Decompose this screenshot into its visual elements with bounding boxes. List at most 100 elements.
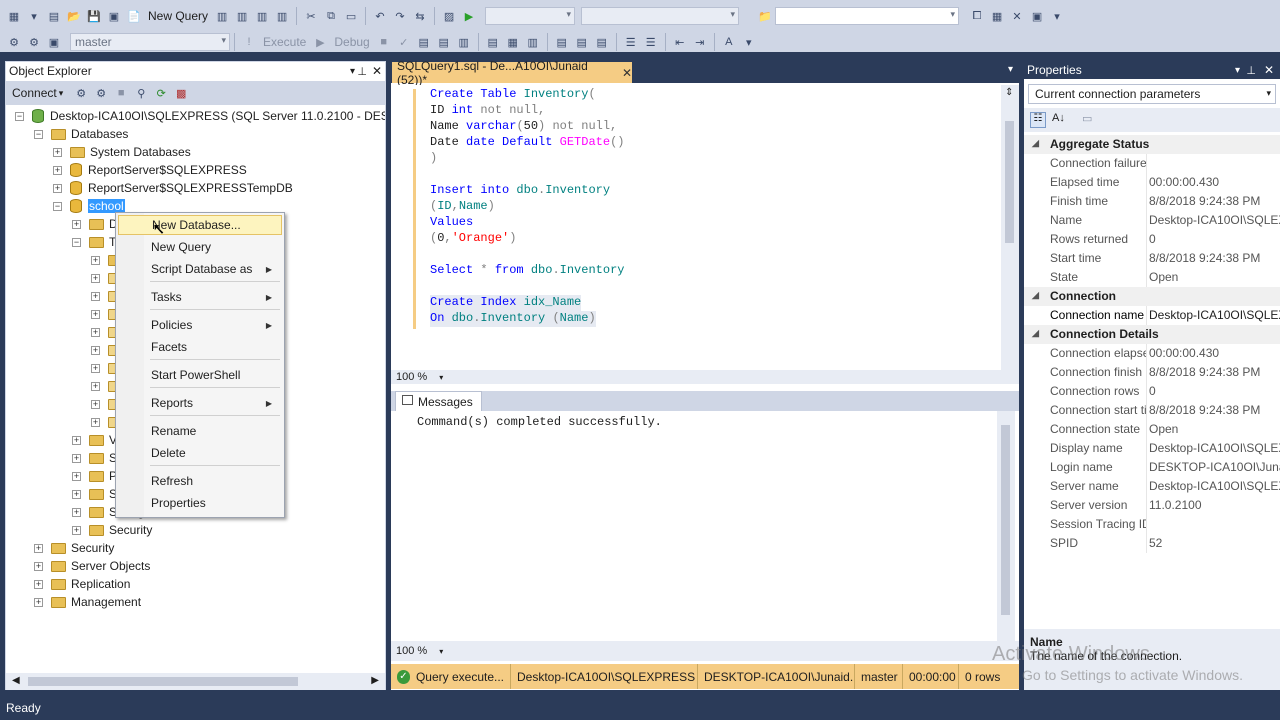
- activity-monitor-icon[interactable]: ▨: [441, 8, 457, 24]
- expand-icon[interactable]: +: [91, 399, 100, 409]
- property-row[interactable]: Connection state Open: [1024, 420, 1280, 439]
- expand-icon[interactable]: +: [34, 561, 43, 571]
- property-row[interactable]: Start time 8/8/2018 9:24:38 PM: [1024, 249, 1280, 268]
- connect-server-icon[interactable]: ⚙: [73, 85, 89, 101]
- menu-item[interactable]: Tasks ▶: [118, 287, 282, 307]
- property-row[interactable]: Rows returned 0: [1024, 230, 1280, 249]
- tree-node[interactable]: + Replication: [34, 575, 130, 593]
- expand-icon[interactable]: +: [72, 219, 81, 229]
- increase-indent-icon[interactable]: ⇥: [692, 34, 708, 50]
- solution-explorer-icon[interactable]: ⧠: [969, 8, 985, 24]
- collapse-icon[interactable]: −: [72, 237, 81, 247]
- collapse-icon[interactable]: ◢: [1032, 138, 1039, 149]
- platform-combo[interactable]: ▾: [581, 7, 740, 25]
- window-icon[interactable]: ▣: [1029, 8, 1045, 24]
- expand-icon[interactable]: +: [91, 345, 100, 355]
- new-query-button[interactable]: New Query: [148, 9, 208, 23]
- property-row[interactable]: Session Tracing ID: [1024, 515, 1280, 534]
- expand-icon[interactable]: +: [72, 453, 81, 463]
- tree-node[interactable]: + Server Objects: [34, 557, 150, 575]
- window-position-icon[interactable]: ▾: [1235, 65, 1240, 76]
- connect-dropdown[interactable]: Connect: [12, 86, 57, 100]
- scroll-thumb[interactable]: [1001, 425, 1010, 615]
- categorized-icon[interactable]: ☷: [1030, 112, 1046, 128]
- save-icon[interactable]: 💾: [86, 8, 102, 24]
- results-grid-icon[interactable]: ▦: [505, 34, 521, 50]
- toolbox-icon[interactable]: ✕: [1009, 8, 1025, 24]
- property-row[interactable]: State Open: [1024, 268, 1280, 287]
- property-row[interactable]: Server version 11.0.2100: [1024, 496, 1280, 515]
- menu-item[interactable]: Refresh: [118, 471, 282, 491]
- expand-icon[interactable]: +: [72, 507, 81, 517]
- editor-vertical-scrollbar[interactable]: ⇕: [1001, 85, 1019, 370]
- scroll-right-icon[interactable]: ▶: [371, 675, 379, 686]
- scroll-thumb[interactable]: [1005, 121, 1014, 243]
- find-in-files-icon[interactable]: 📁: [757, 8, 773, 24]
- property-row[interactable]: Connection rows 0: [1024, 382, 1280, 401]
- collapse-icon[interactable]: −: [53, 201, 62, 211]
- expand-icon[interactable]: +: [91, 309, 100, 319]
- property-row[interactable]: Connection start time8/8/2018 9:24:38 PM: [1024, 401, 1280, 420]
- property-row[interactable]: Finish time 8/8/2018 9:24:38 PM: [1024, 192, 1280, 211]
- messages-pane[interactable]: Command(s) completed successfully.: [391, 411, 1019, 641]
- new-query-icon[interactable]: 📄: [126, 8, 142, 24]
- split-icon[interactable]: ⇕: [1005, 87, 1013, 98]
- execute-icon[interactable]: !: [241, 34, 257, 50]
- redo-icon[interactable]: ↷: [392, 8, 408, 24]
- expand-icon[interactable]: +: [72, 525, 81, 535]
- expand-icon[interactable]: +: [91, 291, 100, 301]
- chevron-down-icon[interactable]: ▾: [1266, 88, 1271, 99]
- property-row[interactable]: Login name DESKTOP-ICA10OI\Junaid: [1024, 458, 1280, 477]
- horizontal-scrollbar[interactable]: ◀ ▶: [6, 673, 385, 690]
- property-category[interactable]: ◢ Connection Details: [1024, 325, 1280, 344]
- collapse-icon[interactable]: ◢: [1032, 328, 1039, 339]
- uncomment-icon[interactable]: ☰: [643, 34, 659, 50]
- database-combo[interactable]: master ▾: [70, 33, 230, 51]
- collapse-icon[interactable]: −: [34, 129, 43, 139]
- decrease-indent-icon[interactable]: ⇤: [672, 34, 688, 50]
- execute-play-icon[interactable]: ▶: [461, 8, 477, 24]
- cut-icon[interactable]: ✂: [303, 8, 319, 24]
- window-position-icon[interactable]: ▾: [350, 66, 355, 77]
- messages-scrollbar[interactable]: [997, 411, 1015, 641]
- expand-icon[interactable]: +: [91, 273, 100, 283]
- expand-icon[interactable]: +: [72, 489, 81, 499]
- query-icon-3[interactable]: ▥: [254, 8, 270, 24]
- scroll-left-icon[interactable]: ◀: [12, 675, 20, 686]
- menu-item[interactable]: Facets: [118, 337, 282, 357]
- close-icon[interactable]: ✕: [1264, 63, 1274, 77]
- pin-icon[interactable]: ⊥: [357, 65, 367, 78]
- tree-node[interactable]: + Security: [34, 539, 114, 557]
- collapse-icon[interactable]: −: [15, 111, 24, 121]
- property-row[interactable]: Name Desktop-ICA10OI\SQLEXPRESS: [1024, 211, 1280, 230]
- expand-icon[interactable]: +: [34, 579, 43, 589]
- add-item-icon[interactable]: ▤: [46, 8, 62, 24]
- connect-icon[interactable]: ⚙: [6, 34, 22, 50]
- properties-object-combo[interactable]: Current connection parameters ▾: [1028, 84, 1276, 104]
- menu-item[interactable]: Start PowerShell: [118, 365, 282, 385]
- tree-node[interactable]: + ReportServer$SQLEXPRESS: [53, 161, 247, 179]
- menu-item[interactable]: Script Database as ▶: [118, 259, 282, 279]
- editor-zoom-value[interactable]: 100 %: [396, 371, 427, 383]
- menu-item[interactable]: Reports ▶: [118, 393, 282, 413]
- property-category[interactable]: ◢ Aggregate Status: [1024, 135, 1280, 154]
- tab-sqlquery1[interactable]: SQLQuery1.sql - De...A10OI\Junaid (52))*…: [392, 59, 632, 87]
- menu-item[interactable]: Policies ▶: [118, 315, 282, 335]
- tab-messages[interactable]: Messages: [395, 391, 482, 411]
- stop-icon[interactable]: ■: [376, 34, 392, 50]
- property-row[interactable]: Connection finish 8/8/2018 9:24:38 PM: [1024, 363, 1280, 382]
- expand-icon[interactable]: +: [53, 147, 62, 157]
- open-folder-icon[interactable]: 📂: [66, 8, 82, 24]
- filter-icon[interactable]: ⚲: [133, 85, 149, 101]
- results-file-icon[interactable]: ▥: [525, 34, 541, 50]
- menu-item[interactable]: Delete: [118, 443, 282, 463]
- paste-icon[interactable]: ▭: [343, 8, 359, 24]
- close-icon[interactable]: ✕: [372, 64, 382, 78]
- disconnect-server-icon[interactable]: ⚙: [93, 85, 109, 101]
- property-row[interactable]: SPID 52: [1024, 534, 1280, 553]
- scroll-thumb[interactable]: [28, 677, 298, 686]
- expand-icon[interactable]: +: [91, 363, 100, 373]
- tab-overflow-icon[interactable]: ▾: [1008, 64, 1013, 75]
- expand-icon[interactable]: +: [91, 381, 100, 391]
- property-row[interactable]: Display name Desktop-ICA10OI\SQLEXPRESS: [1024, 439, 1280, 458]
